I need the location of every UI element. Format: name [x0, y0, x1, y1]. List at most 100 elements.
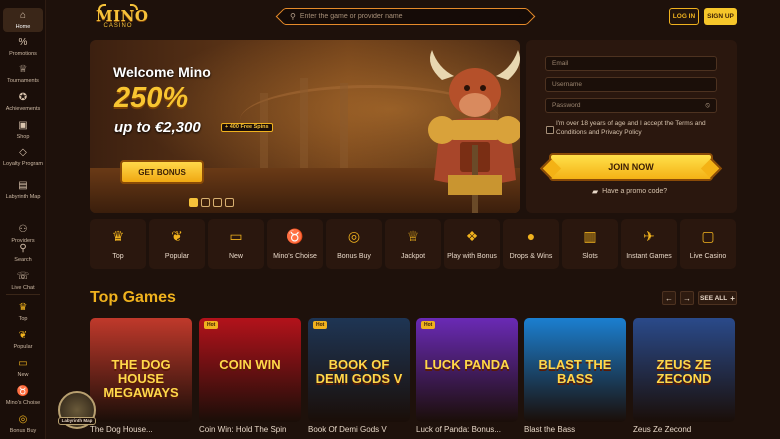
- sidebar-item-search[interactable]: ⚲ Search: [0, 243, 46, 264]
- carousel-dot[interactable]: [213, 198, 222, 207]
- hero-title: Welcome Mino: [113, 64, 211, 80]
- sidebar-item-popular[interactable]: ❦ Popular: [0, 330, 46, 351]
- game-card[interactable]: BOOK OF DEMI GODS V Hot Book Of Demi Gods …: [308, 318, 410, 439]
- hot-badge: Hot: [204, 321, 219, 329]
- game-card[interactable]: ZEUS ZE ZECOND Zeus Ze Zecond: [633, 318, 735, 439]
- sidebar-item-label: Loyalty Program: [2, 161, 44, 167]
- terms-checkbox[interactable]: [546, 126, 554, 134]
- hot-badge: Hot: [313, 321, 328, 329]
- mino-casino-logo[interactable]: MINO CASINO: [96, 4, 148, 34]
- game-thumbnail[interactable]: BOOK OF DEMI GODS V Hot: [308, 318, 410, 422]
- sidebar-item-bonus-buy[interactable]: ◎ Bonus Buy: [0, 414, 46, 435]
- column: [260, 93, 268, 173]
- carousel-dot[interactable]: [201, 198, 210, 207]
- top-games-heading: Top Games: [90, 289, 176, 306]
- carousel-dot[interactable]: [189, 198, 198, 207]
- category-top[interactable]: ♛ Top: [90, 219, 146, 269]
- sidebar-item-new[interactable]: ▭ New: [0, 358, 46, 379]
- game-card[interactable]: THE DOG HOUSE MEGAWAYS The Dog House...: [90, 318, 192, 439]
- sidebar-item-labyrinth-map[interactable]: ▤ Labyrinth Map: [0, 180, 46, 201]
- game-card[interactable]: COIN WIN Hot Coin Win: Hold The Spin: [199, 318, 301, 439]
- sidebar-item-mino-s-choise[interactable]: ♉ Mino's Choise: [0, 386, 46, 407]
- category-play-with-bonus[interactable]: ❖ Play with Bonus: [444, 219, 500, 269]
- sidebar-item-promotions[interactable]: % Promotions: [0, 37, 46, 58]
- game-thumbnail[interactable]: COIN WIN Hot: [199, 318, 301, 422]
- game-thumbnail[interactable]: ZEUS ZE ZECOND: [633, 318, 735, 422]
- join-now-button[interactable]: JOIN NOW: [549, 153, 713, 181]
- trophy-icon: ♕: [406, 228, 420, 244]
- hot-badge: Hot: [421, 321, 436, 329]
- sidebar-item-top[interactable]: ♛ Top: [0, 302, 46, 323]
- sidebar-item-label: Mino's Choise: [5, 400, 41, 406]
- password-field[interactable]: [545, 98, 717, 113]
- percent-badge-icon: %: [18, 37, 28, 48]
- column: [340, 83, 348, 173]
- game-title[interactable]: The Dog House...: [90, 425, 200, 434]
- labyrinth-map-badge[interactable]: Labyrinth Map: [58, 391, 96, 429]
- sidebar-item-home[interactable]: ⌂ Home: [3, 8, 43, 32]
- hide-password-icon[interactable]: ⦸: [705, 102, 710, 110]
- category-label: Mino's Choise: [273, 253, 317, 260]
- get-bonus-button[interactable]: GET BONUS: [120, 160, 204, 184]
- sidebar-item-loyalty-program[interactable]: ◇ Loyalty Program: [0, 147, 46, 168]
- search-bar[interactable]: ⚲: [283, 8, 528, 25]
- trophy-icon: ♕: [18, 64, 28, 75]
- carousel-dots: [189, 198, 234, 207]
- category-instant-games[interactable]: ✈ Instant Games: [621, 219, 677, 269]
- pot-icon: ●: [526, 228, 536, 244]
- game-art-title: COIN WIN: [219, 357, 281, 372]
- new-icon: ▭: [229, 228, 243, 244]
- category-slots[interactable]: ▥ Slots: [562, 219, 618, 269]
- username-field[interactable]: [545, 77, 717, 92]
- join-now-label: JOIN NOW: [608, 162, 654, 172]
- category-label: Drops & Wins: [509, 253, 553, 260]
- sidebar-item-providers[interactable]: ⚇ Providers: [0, 224, 46, 245]
- providers-icon: ⚇: [18, 224, 28, 235]
- sidebar-item-tournaments[interactable]: ♕ Tournaments: [0, 64, 46, 85]
- email-field[interactable]: [545, 56, 717, 71]
- game-card[interactable]: LUCK PANDA Hot Luck of Panda: Bonus...: [416, 318, 518, 439]
- cannon-icon: ✈: [643, 228, 655, 244]
- game-title[interactable]: Blast the Bass: [524, 425, 634, 434]
- scroll-right-button[interactable]: →: [680, 291, 694, 305]
- game-thumbnail[interactable]: THE DOG HOUSE MEGAWAYS: [90, 318, 192, 422]
- category-new[interactable]: ▭ New: [208, 219, 264, 269]
- game-title[interactable]: Zeus Ze Zecond: [633, 425, 743, 434]
- game-title[interactable]: Coin Win: Hold The Spin: [199, 425, 309, 434]
- sidebar-item-live-chat[interactable]: ☏ Live Chat: [0, 271, 46, 292]
- carousel-dot[interactable]: [225, 198, 234, 207]
- terms-text: I'm over 18 years of age and I accept th…: [556, 120, 706, 136]
- category-jackpot[interactable]: ♕ Jackpot: [385, 219, 441, 269]
- game-title[interactable]: Luck of Panda: Bonus...: [416, 425, 526, 434]
- category-label: Popular: [164, 253, 190, 260]
- game-art-title: LUCK PANDA: [424, 357, 510, 372]
- medal-icon: ✪: [18, 92, 28, 103]
- hero-banner[interactable]: Welcome Mino 250% up to €2,300 + 400 Fre…: [90, 40, 520, 213]
- category-popular[interactable]: ❦ Popular: [149, 219, 205, 269]
- category-mino-s-choise[interactable]: ♉ Mino's Choise: [267, 219, 323, 269]
- sidebar-divider: [6, 294, 40, 295]
- category-live-casino[interactable]: ▢ Live Casino: [680, 219, 736, 269]
- sidebar-item-label: Popular: [13, 344, 33, 350]
- minotaur-icon: ♉: [286, 228, 304, 244]
- sidebar-item-label: New: [17, 372, 29, 378]
- sidebar-item-shop[interactable]: ▣ Shop: [0, 120, 46, 141]
- game-card[interactable]: BLAST THE BASS Blast the Bass: [524, 318, 626, 439]
- promo-code-link[interactable]: ▰ Have a promo code?: [592, 187, 667, 196]
- signup-button[interactable]: SIGN UP: [704, 8, 737, 25]
- game-art-title: BOOK OF DEMI GODS V: [315, 357, 403, 386]
- diamond-icon: ◇: [19, 147, 27, 158]
- sidebar-item-achievements[interactable]: ✪ Achievements: [0, 92, 46, 113]
- category-bonus-buy[interactable]: ◎ Bonus Buy: [326, 219, 382, 269]
- chat-icon: ☏: [16, 271, 30, 282]
- category-label: Slots: [582, 253, 598, 260]
- see-all-button[interactable]: SEE ALL +: [698, 291, 737, 305]
- login-button[interactable]: LOG IN: [669, 8, 699, 25]
- game-thumbnail[interactable]: BLAST THE BASS: [524, 318, 626, 422]
- scroll-left-button[interactable]: ←: [662, 291, 676, 305]
- category-drops-wins[interactable]: ● Drops & Wins: [503, 219, 559, 269]
- game-thumbnail[interactable]: LUCK PANDA Hot: [416, 318, 518, 422]
- search-input[interactable]: [299, 13, 500, 20]
- hero-bonus-amount: up to €2,300: [114, 119, 201, 136]
- game-title[interactable]: Book Of Demi Gods V: [308, 425, 418, 434]
